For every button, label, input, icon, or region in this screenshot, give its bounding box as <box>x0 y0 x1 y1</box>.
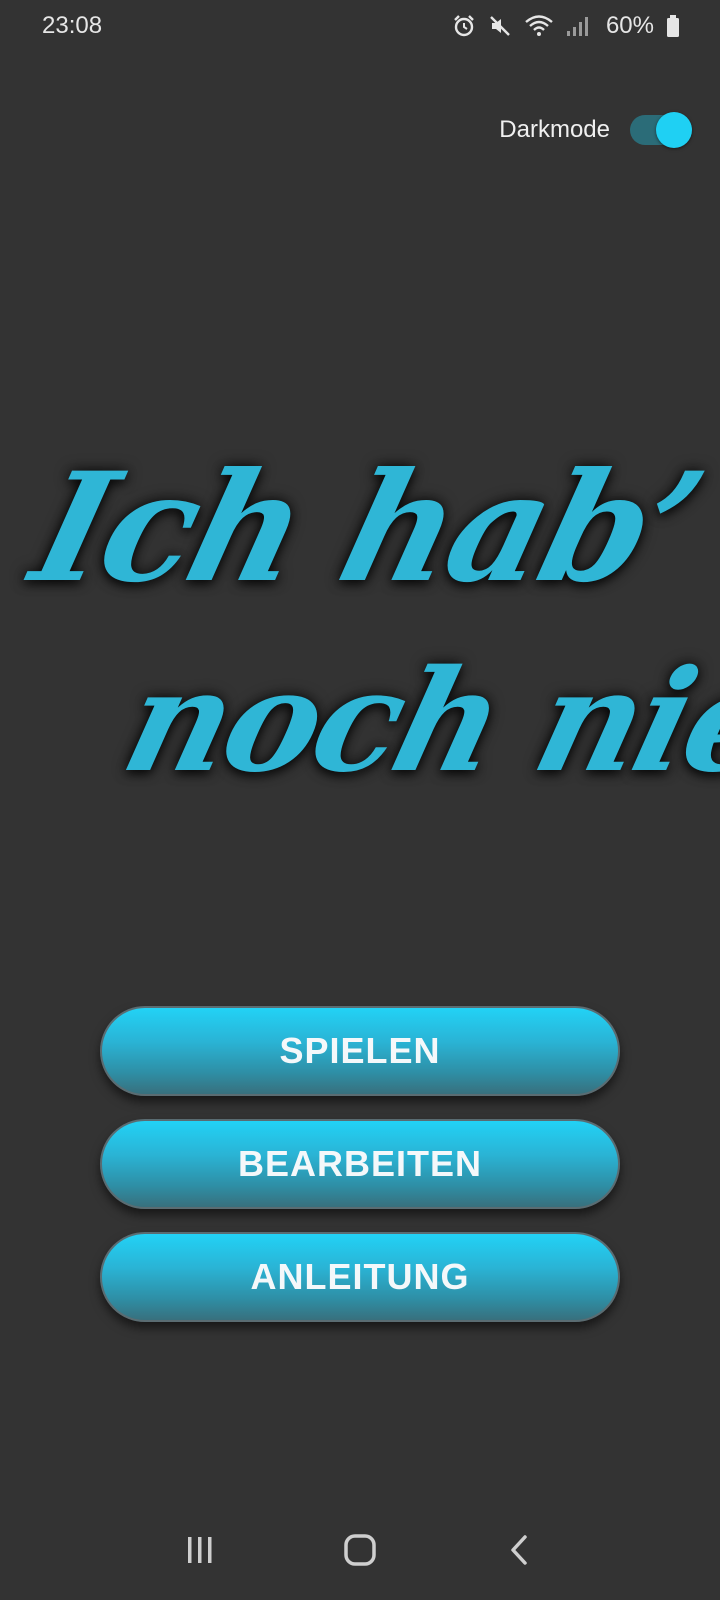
navigation-bar <box>0 1500 720 1600</box>
battery-icon <box>666 14 680 38</box>
status-bar: 23:08 60% <box>0 0 720 52</box>
logo-line-2: noch nie... <box>109 640 720 804</box>
mute-icon <box>488 14 512 38</box>
alarm-icon <box>452 14 476 38</box>
darkmode-label: Darkmode <box>499 116 610 143</box>
guide-button[interactable]: ANLEITUNG <box>100 1232 620 1322</box>
status-icons: 60% <box>452 12 680 40</box>
main-menu: SPIELEN BEARBEITEN ANLEITUNG <box>100 1006 624 1345</box>
logo-line-1: Ich hab’ <box>18 440 717 616</box>
app-logo: Ich hab’ noch nie... <box>0 400 720 830</box>
play-button[interactable]: SPIELEN <box>100 1006 620 1096</box>
back-icon[interactable] <box>490 1520 550 1580</box>
home-icon[interactable] <box>330 1520 390 1580</box>
edit-button[interactable]: BEARBEITEN <box>100 1119 620 1209</box>
status-time: 23:08 <box>42 12 103 39</box>
app-screen: 23:08 60% Darkmode Ich hab’ noch nie... … <box>0 0 720 1600</box>
wifi-icon <box>524 14 554 38</box>
signal-icon <box>566 14 588 38</box>
darkmode-row: Darkmode <box>499 108 692 152</box>
recents-icon[interactable] <box>170 1520 230 1580</box>
toggle-knob <box>656 112 692 148</box>
battery-percent: 60% <box>605 12 654 39</box>
darkmode-toggle[interactable] <box>630 112 692 148</box>
